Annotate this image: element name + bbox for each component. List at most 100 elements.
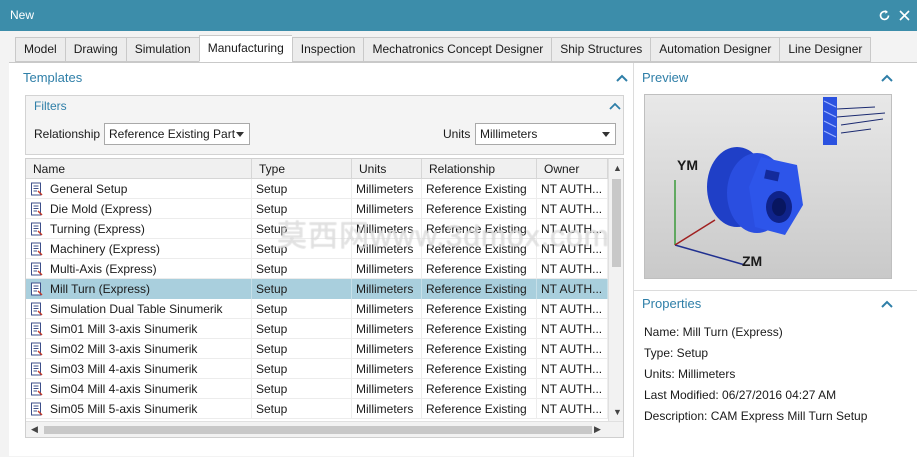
- tab-line-designer[interactable]: Line Designer: [779, 37, 872, 62]
- vertical-scrollbar[interactable]: ▲ ▼: [608, 159, 623, 421]
- cell-units: Millimeters: [352, 259, 422, 279]
- tab-simulation[interactable]: Simulation: [125, 37, 199, 62]
- template-file-icon: [30, 282, 43, 296]
- cell-name: Machinery (Express): [46, 239, 252, 259]
- preview-image: YM ZM: [644, 94, 892, 279]
- column-header-owner[interactable]: Owner: [537, 159, 608, 179]
- cell-owner: NT AUTH...: [537, 219, 608, 239]
- cell-name: Die Mold (Express): [46, 199, 252, 219]
- cell-type: Setup: [252, 199, 352, 219]
- cell-units: Millimeters: [352, 299, 422, 319]
- collapse-chevron-icon[interactable]: [609, 101, 621, 111]
- cell-owner: NT AUTH...: [537, 299, 608, 319]
- templates-title: Templates: [23, 70, 83, 85]
- cell-owner: NT AUTH...: [537, 179, 608, 199]
- table-row[interactable]: General Setup Setup Millimeters Reference E…: [26, 179, 608, 199]
- template-file-icon: [30, 322, 43, 336]
- table-row[interactable]: Sim01 Mill 3-axis Sinumerik Setup Millimet…: [26, 319, 608, 339]
- axis-label-ym: YM: [677, 157, 698, 173]
- cell-units: Millimeters: [352, 239, 422, 259]
- window-title: New: [10, 8, 35, 22]
- tab-strip: Model Drawing Simulation Manufacturing I…: [15, 35, 872, 62]
- horizontal-scroll-thumb[interactable]: [44, 426, 592, 434]
- dropdown-arrow-icon: [602, 132, 610, 137]
- templates-table: Name Type Units Relationship Owner Gener…: [25, 158, 624, 438]
- relationship-dropdown[interactable]: Reference Existing Part: [104, 123, 250, 145]
- cell-relationship: Reference Existing: [422, 259, 537, 279]
- cell-name: General Setup: [46, 179, 252, 199]
- cell-units: Millimeters: [352, 339, 422, 359]
- table-row[interactable]: Multi-Axis (Express) Setup Millimeters Refe…: [26, 259, 608, 279]
- collapse-chevron-icon[interactable]: [881, 299, 893, 309]
- tab-inspection[interactable]: Inspection: [291, 37, 364, 62]
- table-row[interactable]: Turning (Express) Setup Millimeters Referen…: [26, 219, 608, 239]
- cell-units: Millimeters: [352, 379, 422, 399]
- scroll-right-icon[interactable]: ▶: [594, 424, 601, 435]
- refresh-icon[interactable]: [877, 6, 891, 24]
- column-header-type[interactable]: Type: [252, 159, 352, 179]
- tab-manufacturing[interactable]: Manufacturing: [198, 35, 292, 62]
- property-units: Units: Millimeters: [644, 367, 736, 381]
- column-header-units[interactable]: Units: [352, 159, 422, 179]
- cell-relationship: Reference Existing: [422, 359, 537, 379]
- units-dropdown[interactable]: Millimeters: [475, 123, 616, 145]
- table-row[interactable]: Die Mold (Express) Setup Millimeters Refere…: [26, 199, 608, 219]
- table-row[interactable]: Mill Turn (Express) Setup Millimeters Refer…: [26, 279, 608, 299]
- cell-owner: NT AUTH...: [537, 279, 608, 299]
- cell-owner: NT AUTH...: [537, 259, 608, 279]
- scroll-up-icon[interactable]: ▲: [613, 163, 622, 173]
- cell-type: Setup: [252, 379, 352, 399]
- cell-name: Sim04 Mill 4-axis Sinumerik: [46, 379, 252, 399]
- tab-automation-designer[interactable]: Automation Designer: [650, 37, 780, 62]
- cell-name: Turning (Express): [46, 219, 252, 239]
- template-file-icon: [30, 382, 43, 396]
- table-row[interactable]: Sim02 Mill 3-axis Sinumerik Setup Millimet…: [26, 339, 608, 359]
- table-body: General Setup Setup Millimeters Reference E…: [26, 179, 608, 419]
- cell-relationship: Reference Existing: [422, 219, 537, 239]
- cell-type: Setup: [252, 319, 352, 339]
- cell-owner: NT AUTH...: [537, 319, 608, 339]
- cell-type: Setup: [252, 259, 352, 279]
- template-file-icon: [30, 202, 43, 216]
- column-header-name[interactable]: Name: [26, 159, 252, 179]
- table-row[interactable]: Sim03 Mill 4-axis Sinumerik Setup Millimet…: [26, 359, 608, 379]
- table-row[interactable]: Machinery (Express) Setup Millimeters Refer…: [26, 239, 608, 259]
- column-header-relationship[interactable]: Relationship: [422, 159, 537, 179]
- collapse-chevron-icon[interactable]: [616, 73, 628, 83]
- scroll-down-icon[interactable]: ▼: [613, 407, 622, 417]
- cell-type: Setup: [252, 179, 352, 199]
- divider: [634, 290, 917, 291]
- relationship-value: Reference Existing Part: [109, 127, 236, 141]
- preview-title: Preview: [642, 70, 689, 85]
- close-icon[interactable]: [897, 6, 911, 24]
- scroll-left-icon[interactable]: ◀: [31, 424, 38, 435]
- relationship-label: Relationship: [34, 127, 101, 141]
- cell-name: Sim03 Mill 4-axis Sinumerik: [46, 359, 252, 379]
- cell-relationship: Reference Existing: [422, 399, 537, 419]
- cell-relationship: Reference Existing: [422, 239, 537, 259]
- cell-relationship: Reference Existing: [422, 179, 537, 199]
- cell-units: Millimeters: [352, 319, 422, 339]
- collapse-chevron-icon[interactable]: [881, 73, 893, 83]
- cell-name: Sim01 Mill 3-axis Sinumerik: [46, 319, 252, 339]
- template-file-icon: [30, 342, 43, 356]
- cell-relationship: Reference Existing: [422, 339, 537, 359]
- right-panel: Preview YM ZM Properties Name: Mill Turn…: [633, 63, 917, 457]
- table-row[interactable]: Sim04 Mill 4-axis Sinumerik Setup Millimet…: [26, 379, 608, 399]
- tab-mechatronics-concept-designer[interactable]: Mechatronics Concept Designer: [363, 37, 552, 62]
- cell-owner: NT AUTH...: [537, 399, 608, 419]
- cell-type: Setup: [252, 359, 352, 379]
- template-file-icon: [30, 222, 43, 236]
- table-row[interactable]: Simulation Dual Table Sinumerik Setup Mill…: [26, 299, 608, 319]
- tab-drawing[interactable]: Drawing: [64, 37, 126, 62]
- tab-ship-structures[interactable]: Ship Structures: [551, 37, 651, 62]
- axis-label-zm: ZM: [742, 253, 763, 269]
- cell-owner: NT AUTH...: [537, 339, 608, 359]
- template-file-icon: [30, 362, 43, 376]
- table-row[interactable]: Sim05 Mill 5-axis Sinumerik Setup Millimet…: [26, 399, 608, 419]
- cell-relationship: Reference Existing: [422, 279, 537, 299]
- tab-model[interactable]: Model: [15, 37, 65, 62]
- cell-type: Setup: [252, 399, 352, 419]
- horizontal-scrollbar[interactable]: ◀ ▶: [26, 421, 623, 437]
- vertical-scroll-thumb[interactable]: [612, 179, 621, 267]
